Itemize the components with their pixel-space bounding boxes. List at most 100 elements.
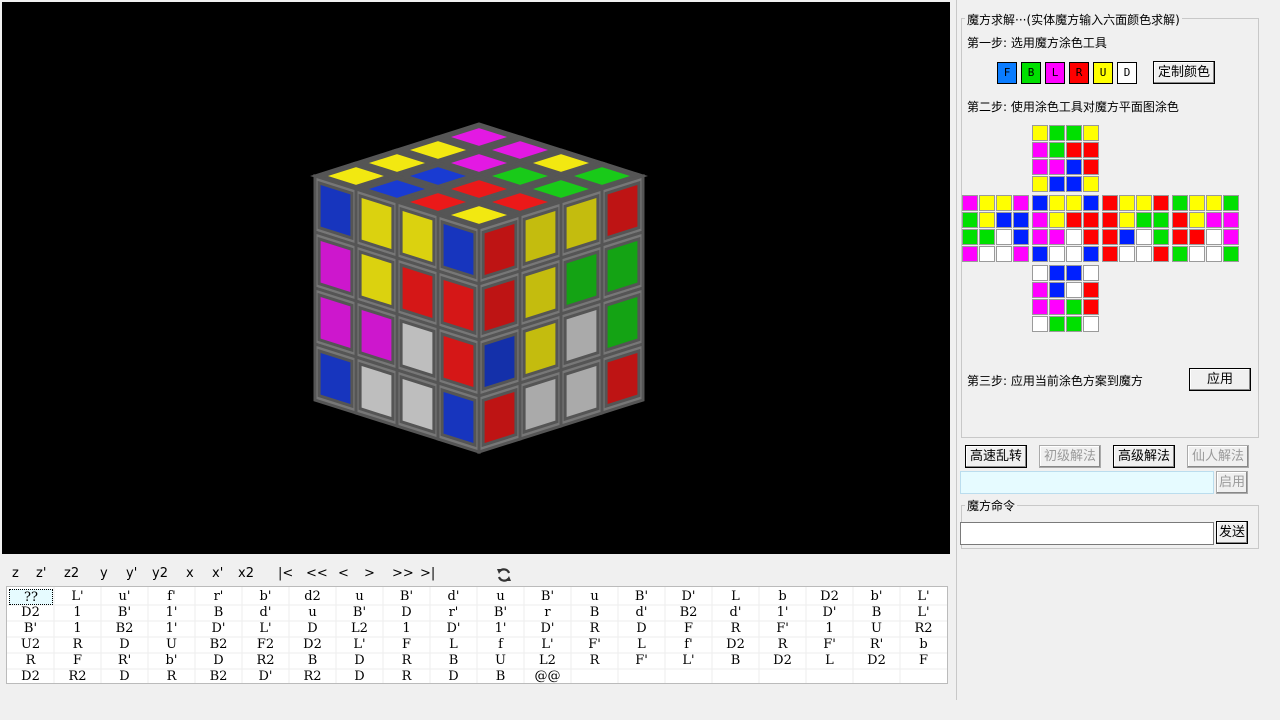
net-cell-F[interactable] [1032, 229, 1048, 245]
net-cell-R[interactable] [1136, 246, 1152, 262]
move-cell[interactable]: D' [665, 589, 712, 605]
net-cell-L[interactable] [996, 229, 1012, 245]
move-cell[interactable]: B [195, 605, 242, 621]
move-cell[interactable]: L2 [524, 653, 571, 669]
enable-button[interactable]: 启用 [1216, 471, 1248, 494]
move-cell[interactable]: B2 [195, 637, 242, 653]
command-input[interactable] [960, 522, 1214, 545]
move-cell[interactable]: d' [712, 605, 759, 621]
move-cell[interactable]: F [900, 653, 947, 669]
move-cell[interactable]: D [195, 653, 242, 669]
move-cell[interactable]: R' [101, 653, 148, 669]
toolbar-button-11[interactable]: < [338, 566, 349, 581]
move-cell[interactable]: D [430, 669, 477, 683]
move-cell[interactable]: f' [148, 589, 195, 605]
net-cell-U[interactable] [1083, 176, 1099, 192]
move-cell[interactable]: 1' [148, 621, 195, 637]
net-cell-L[interactable] [979, 195, 995, 211]
move-cell[interactable]: F [383, 637, 430, 653]
move-cell[interactable]: L [806, 653, 853, 669]
net-cell-U[interactable] [1066, 176, 1082, 192]
net-cell-L[interactable] [1013, 212, 1029, 228]
color-tool-U[interactable]: U [1093, 62, 1113, 84]
move-cell[interactable]: B [571, 605, 618, 621]
toolbar-button-9[interactable]: |< [278, 566, 293, 581]
move-cell[interactable]: B' [101, 605, 148, 621]
toolbar-button-5[interactable]: y2 [152, 566, 168, 581]
net-cell-U[interactable] [1032, 125, 1048, 141]
move-cell[interactable]: 1 [383, 621, 430, 637]
net-cell-L[interactable] [1013, 229, 1029, 245]
toolbar-button-14[interactable]: >| [420, 566, 435, 581]
net-cell-F[interactable] [1066, 246, 1082, 262]
net-cell-R[interactable] [1153, 195, 1169, 211]
net-cell-D[interactable] [1066, 282, 1082, 298]
move-cell[interactable]: D' [195, 621, 242, 637]
net-cell-B[interactable] [1206, 212, 1222, 228]
send-button[interactable]: 发送 [1216, 521, 1248, 544]
toolbar-button-3[interactable]: y [100, 566, 108, 581]
net-cell-R[interactable] [1153, 212, 1169, 228]
net-cell-D[interactable] [1049, 316, 1065, 332]
move-cell[interactable]: D' [430, 621, 477, 637]
move-cell[interactable]: D' [524, 621, 571, 637]
net-cell-U[interactable] [1083, 125, 1099, 141]
move-cell[interactable]: L [430, 637, 477, 653]
move-cell[interactable]: F' [571, 637, 618, 653]
net-cell-U[interactable] [1032, 176, 1048, 192]
move-cell[interactable]: D [101, 669, 148, 683]
net-cell-F[interactable] [1066, 212, 1082, 228]
net-cell-U[interactable] [1049, 142, 1065, 158]
move-cell[interactable]: F' [806, 637, 853, 653]
move-cell[interactable]: b [900, 637, 947, 653]
net-cell-U[interactable] [1066, 125, 1082, 141]
net-cell-R[interactable] [1136, 212, 1152, 228]
net-cell-B[interactable] [1189, 195, 1205, 211]
move-cell[interactable]: D [101, 637, 148, 653]
advanced-solve-button[interactable]: 高级解法 [1113, 445, 1175, 468]
move-cell[interactable]: D2 [7, 605, 54, 621]
current-move-cell[interactable]: ?? [9, 589, 53, 605]
toolbar-button-10[interactable]: << [306, 566, 328, 581]
move-cell[interactable]: B2 [101, 621, 148, 637]
toolbar-button-12[interactable]: > [364, 566, 375, 581]
move-cell[interactable]: B [477, 669, 524, 683]
net-cell-U[interactable] [1049, 159, 1065, 175]
toolbar-button-6[interactable]: x [186, 566, 194, 581]
move-cell[interactable]: L' [54, 589, 101, 605]
net-cell-U[interactable] [1066, 142, 1082, 158]
move-cell[interactable]: b [759, 589, 806, 605]
move-cell[interactable]: L' [900, 605, 947, 621]
move-cell[interactable]: B' [336, 605, 383, 621]
color-tool-D[interactable]: D [1117, 62, 1137, 84]
net-cell-F[interactable] [1032, 195, 1048, 211]
net-cell-B[interactable] [1172, 195, 1188, 211]
net-cell-L[interactable] [962, 246, 978, 262]
move-cell[interactable]: U [477, 653, 524, 669]
toolbar-button-1[interactable]: z' [36, 566, 46, 581]
move-cell[interactable]: 1' [148, 605, 195, 621]
color-tool-R[interactable]: R [1069, 62, 1089, 84]
net-cell-B[interactable] [1206, 229, 1222, 245]
move-cell[interactable]: b' [148, 653, 195, 669]
net-cell-L[interactable] [996, 246, 1012, 262]
net-cell-B[interactable] [1223, 195, 1239, 211]
move-cell[interactable]: D2 [712, 637, 759, 653]
move-cell[interactable]: D2 [759, 653, 806, 669]
net-cell-D[interactable] [1032, 265, 1048, 281]
move-cell[interactable]: F' [618, 653, 665, 669]
move-cell[interactable]: D [383, 605, 430, 621]
move-cell[interactable]: R [54, 637, 101, 653]
net-cell-B[interactable] [1206, 246, 1222, 262]
move-cell[interactable]: R [7, 653, 54, 669]
net-cell-D[interactable] [1083, 282, 1099, 298]
net-cell-R[interactable] [1119, 229, 1135, 245]
move-cell[interactable]: B' [524, 589, 571, 605]
net-cell-B[interactable] [1172, 246, 1188, 262]
net-cell-B[interactable] [1223, 212, 1239, 228]
move-cell[interactable]: B [853, 605, 900, 621]
cube-3d-viewport[interactable] [2, 2, 950, 554]
net-cell-R[interactable] [1153, 246, 1169, 262]
move-cell[interactable]: R2 [54, 669, 101, 683]
net-cell-R[interactable] [1119, 195, 1135, 211]
